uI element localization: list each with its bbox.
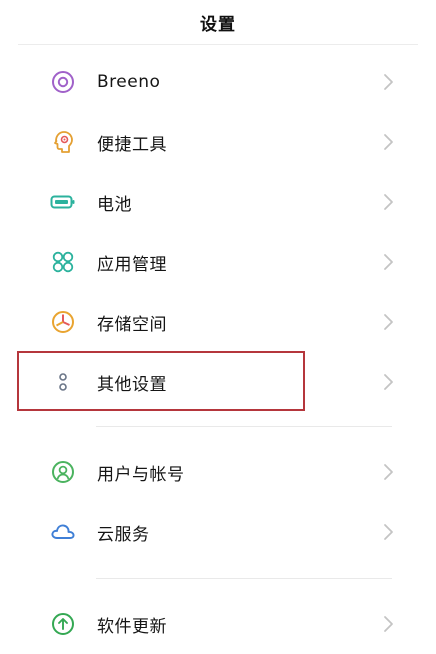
- shortcut-tools-icon: [49, 128, 77, 156]
- settings-item-user-account[interactable]: 用户与帐号: [0, 442, 436, 502]
- settings-item-software-update[interactable]: 软件更新: [0, 594, 436, 654]
- settings-item-label: 用户与帐号: [97, 464, 185, 485]
- cloud-icon: [49, 518, 77, 546]
- user-account-icon: [49, 458, 77, 486]
- storage-icon: [49, 308, 77, 336]
- settings-item-app-management[interactable]: 应用管理: [0, 232, 436, 292]
- settings-item-label: 软件更新: [97, 616, 167, 637]
- chevron-right-icon: [384, 194, 393, 210]
- settings-item-shortcut-tools[interactable]: 便捷工具: [0, 112, 436, 172]
- chevron-right-icon: [384, 616, 393, 632]
- chevron-right-icon: [384, 254, 393, 270]
- settings-item-label: 电池: [97, 194, 132, 215]
- section-divider: [96, 578, 392, 579]
- page-title: 设置: [200, 14, 236, 35]
- section-divider: [96, 426, 392, 427]
- settings-item-label: 便捷工具: [97, 134, 167, 155]
- highlight-box: [17, 351, 305, 411]
- software-update-icon: [49, 610, 77, 638]
- settings-item-breeno[interactable]: Breeno: [0, 52, 436, 112]
- settings-item-label: 应用管理: [97, 254, 167, 275]
- breeno-icon: [49, 68, 77, 96]
- settings-item-label: 云服务: [97, 524, 150, 545]
- battery-icon: [49, 188, 77, 216]
- settings-item-cloud-service[interactable]: 云服务: [0, 502, 436, 562]
- chevron-right-icon: [384, 464, 393, 480]
- page-header: 设置: [0, 0, 436, 44]
- settings-item-battery[interactable]: 电池: [0, 172, 436, 232]
- header-divider: [18, 44, 418, 45]
- chevron-right-icon: [384, 314, 393, 330]
- chevron-right-icon: [384, 134, 393, 150]
- chevron-right-icon: [384, 74, 393, 90]
- settings-item-label: 存储空间: [97, 314, 167, 335]
- settings-item-label: Breeno: [97, 72, 161, 92]
- chevron-right-icon: [384, 524, 393, 540]
- settings-item-storage[interactable]: 存储空间: [0, 292, 436, 352]
- chevron-right-icon: [384, 374, 393, 390]
- app-management-icon: [49, 248, 77, 276]
